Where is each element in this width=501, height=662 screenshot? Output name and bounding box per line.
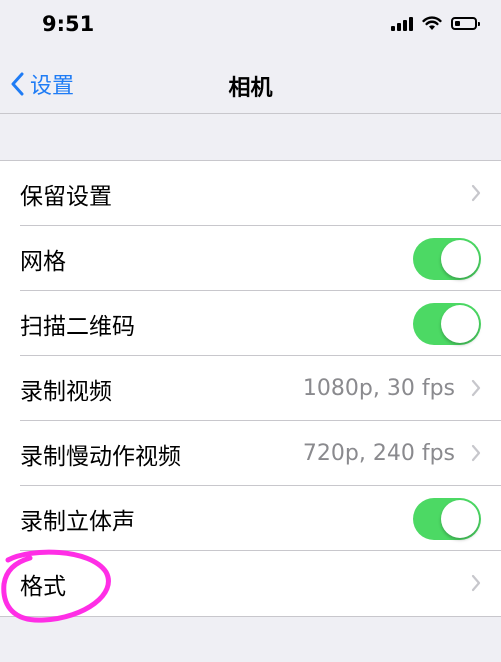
row-label: 扫描二维码 [20,313,135,340]
wifi-icon [422,15,442,30]
row-preserve-settings[interactable]: 保留设置 [0,161,501,226]
status-bar: 9:51 [0,0,501,52]
row-scan-qr-codes: 扫描二维码 [0,291,501,356]
row-grid: 网格 [0,226,501,291]
battery-icon [451,16,480,30]
settings-list: 保留设置 网格 扫描二维码 录制视频 1080p, 30 fps 录制慢动作视频… [0,160,501,617]
row-label: 保留设置 [20,183,112,210]
chevron-right-icon [471,444,481,462]
row-label: 录制立体声 [20,508,135,535]
row-label: 录制视频 [20,378,112,405]
row-label: 网格 [20,248,66,275]
row-formats[interactable]: 格式 [0,551,501,616]
row-record-slo-mo[interactable]: 录制慢动作视频 720p, 240 fps [0,421,501,486]
record-stereo-toggle[interactable] [413,497,481,540]
row-label: 录制慢动作视频 [20,443,181,470]
status-icons [391,15,480,31]
status-time: 9:51 [42,12,95,36]
page-title: 相机 [228,76,273,101]
cellular-signal-icon [391,15,413,31]
row-record-stereo: 录制立体声 [0,486,501,551]
row-value: 720p, 240 fps [302,441,455,466]
scan-qr-toggle[interactable] [413,302,481,345]
grid-toggle[interactable] [413,237,481,280]
row-label: 格式 [20,573,66,600]
chevron-right-icon [471,184,481,202]
row-record-video[interactable]: 录制视频 1080p, 30 fps [0,356,501,421]
row-value: 1080p, 30 fps [302,376,455,401]
chevron-right-icon [471,379,481,397]
chevron-right-icon [471,574,481,592]
navigation-bar: 设置 相机 [0,52,501,114]
